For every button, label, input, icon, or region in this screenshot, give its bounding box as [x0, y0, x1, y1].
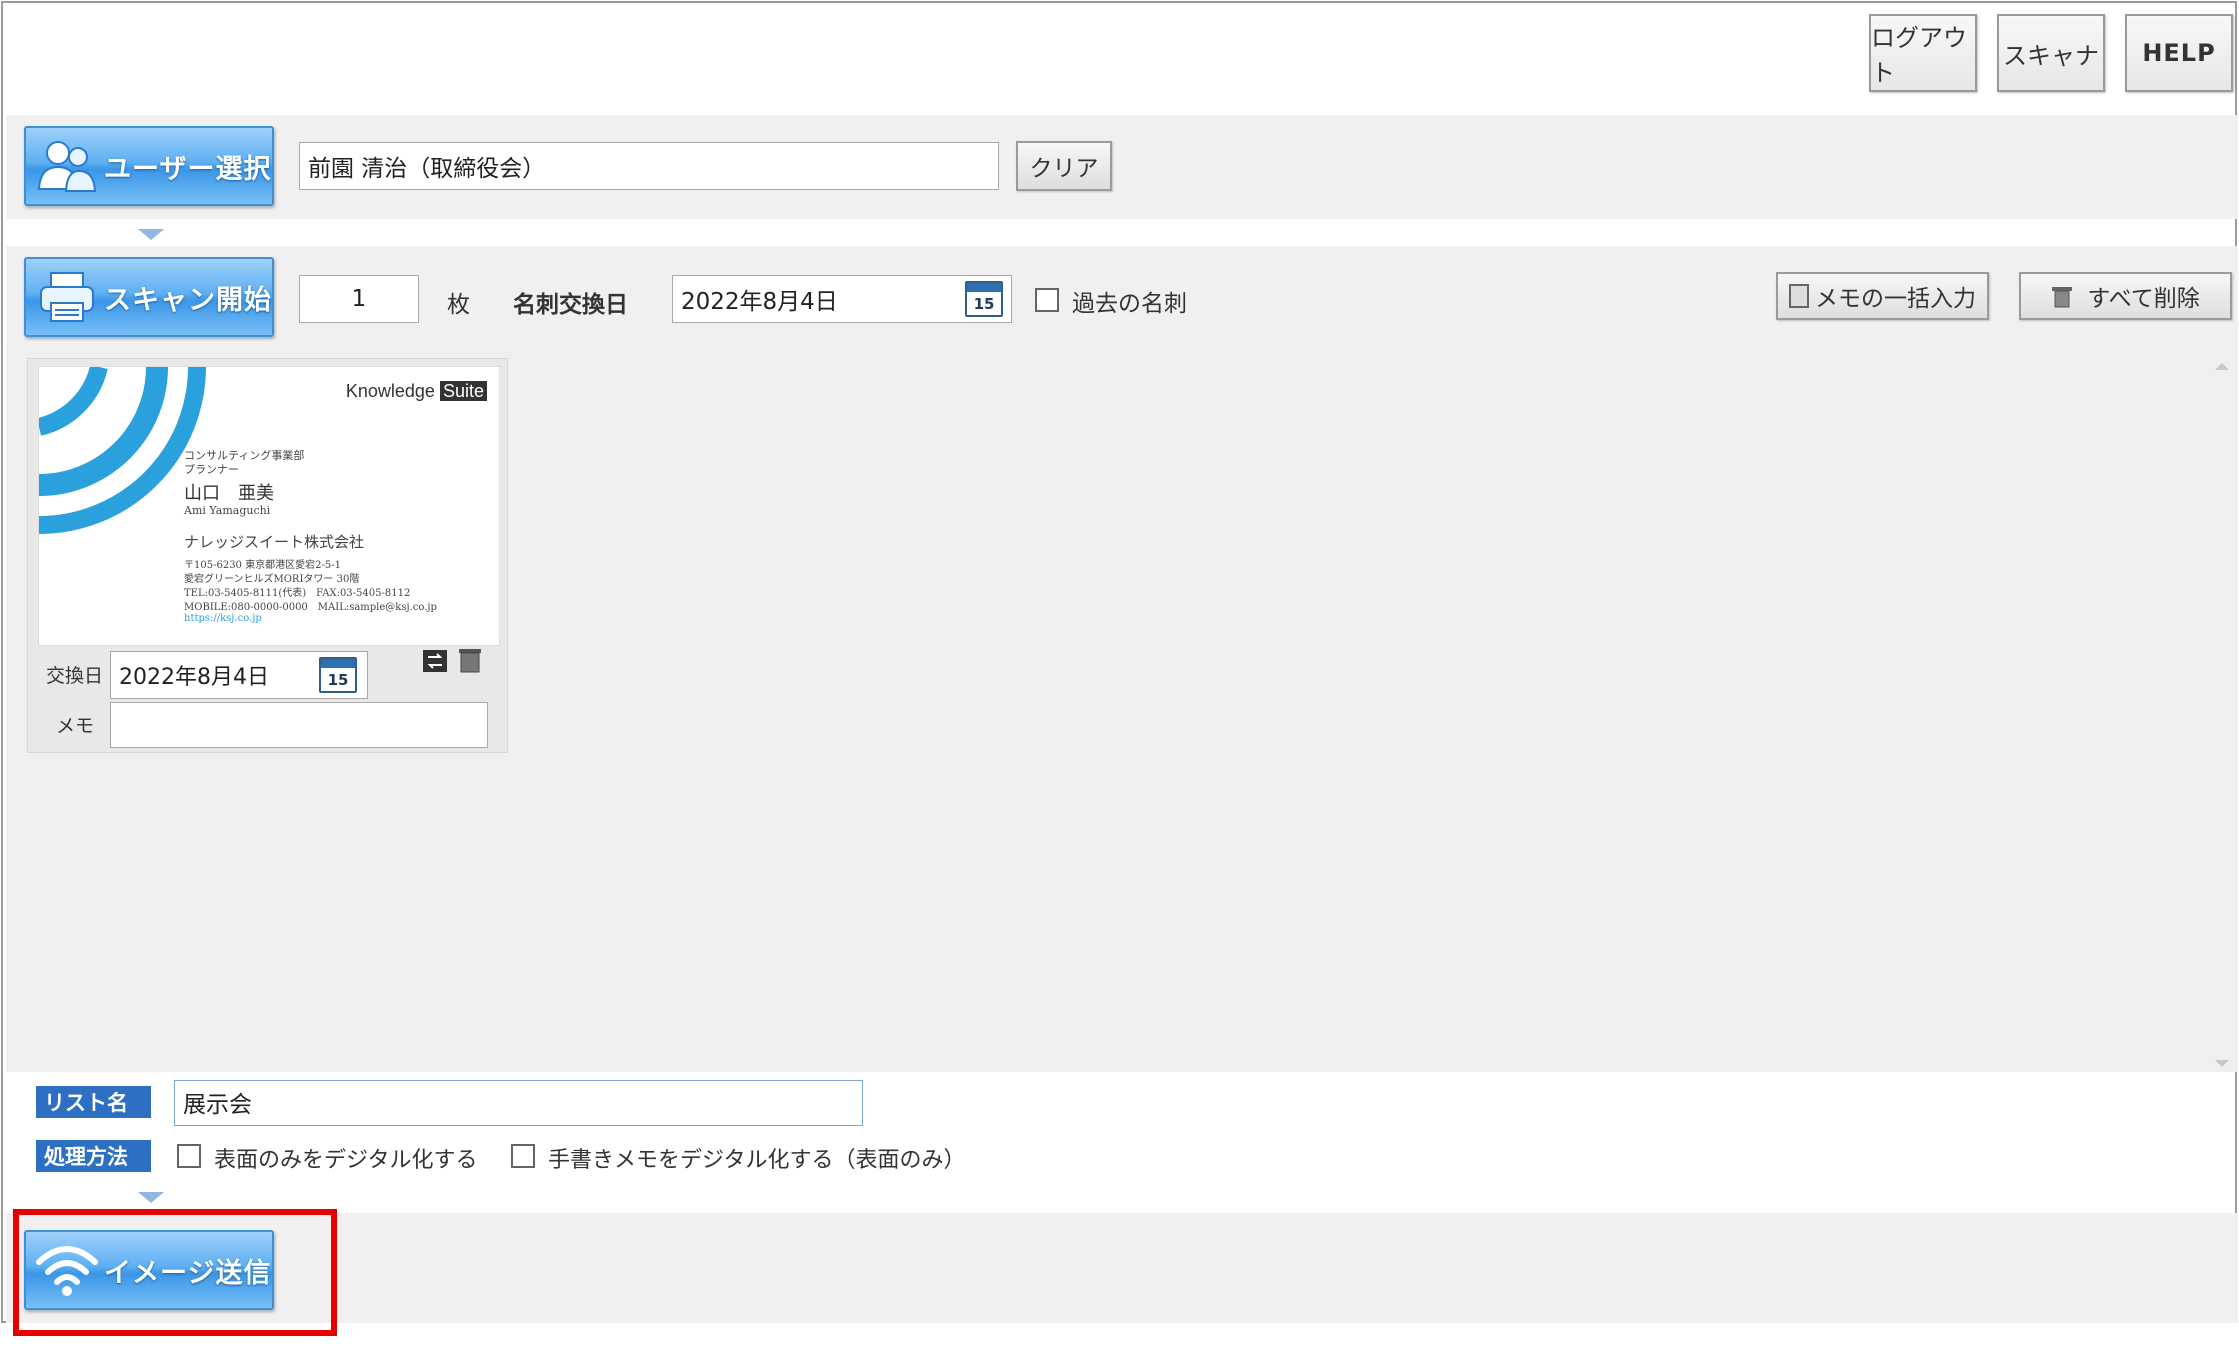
front-only-label: 表面のみをデジタル化する: [214, 1148, 478, 1173]
card-calendar-icon[interactable]: 15: [319, 657, 357, 693]
scan-count-input[interactable]: 1: [299, 275, 419, 323]
flow-arrow: [138, 229, 164, 240]
printer-icon: [32, 262, 102, 332]
scan-start-label: スキャン開始: [104, 284, 272, 316]
past-card-checkbox[interactable]: [1035, 288, 1059, 312]
scanner-button[interactable]: スキャナ: [1997, 14, 2105, 92]
card-role: プランナー: [184, 463, 239, 476]
front-only-checkbox[interactable]: [177, 1144, 201, 1168]
exchange-date-value: 2022年8月4日: [681, 289, 838, 315]
handwritten-label: 手書きメモをデジタル化する（表面のみ）: [548, 1148, 966, 1173]
card-memo-input[interactable]: [110, 702, 488, 748]
card-name: 山口 亜美: [184, 483, 274, 504]
scan-start-button[interactable]: スキャン開始: [24, 257, 274, 337]
card-mobile: MOBILE:080-0000-0000 MAIL:sample@ksj.co.…: [184, 602, 437, 613]
flow-arrow-bottom: [138, 1192, 164, 1203]
method-tag: 処理方法: [36, 1140, 151, 1172]
card-company: ナレッジスイート株式会社: [184, 533, 365, 551]
count-unit: 枚: [447, 292, 470, 318]
users-icon: [32, 131, 102, 201]
card-tel: TEL:03-5405-8111(代表) FAX:03-5405-8112: [184, 588, 411, 599]
card-exchange-date-input[interactable]: 2022年8月4日 15: [110, 651, 368, 699]
trash-icon: [2052, 287, 2073, 308]
card-exchange-label: 交換日: [46, 665, 104, 687]
exchange-date-input[interactable]: 2022年8月4日 15: [672, 275, 1012, 323]
card-memo-label: メモ: [56, 715, 95, 737]
logout-button[interactable]: ログアウト: [1869, 14, 1977, 92]
exchange-date-label: 名刺交換日: [513, 292, 628, 318]
card-url: https://ksj.co.jp: [184, 613, 262, 624]
send-band: [6, 1213, 2238, 1323]
selected-user-field[interactable]: 前園 清治（取締役会）: [299, 142, 999, 190]
card-exchange-date-value: 2022年8月4日: [119, 665, 269, 690]
past-card-label: 過去の名刺: [1072, 291, 1187, 317]
card-delete-icon[interactable]: [458, 647, 482, 673]
card-addr2: 愛宕グリーンヒルズMORIタワー 30階: [184, 574, 360, 585]
card-name-roman: Ami Yamaguchi: [184, 504, 271, 517]
delete-all-button[interactable]: すべて削除: [2019, 272, 2232, 320]
user-select-button[interactable]: ユーザー選択: [24, 126, 274, 206]
scroll-down-icon[interactable]: [2215, 1060, 2229, 1067]
card-addr1: 〒105-6230 東京都港区愛宕2-5-1: [184, 560, 341, 571]
card-item: Knowledge Suite コンサルティング事業部 プランナー 山口 亜美 …: [27, 358, 508, 753]
scroll-up-icon[interactable]: [2215, 363, 2229, 370]
calendar-icon[interactable]: 15: [965, 281, 1003, 317]
business-card-image[interactable]: Knowledge Suite コンサルティング事業部 プランナー 山口 亜美 …: [38, 366, 500, 646]
memo-icon: [1789, 284, 1809, 308]
list-name-input[interactable]: 展示会: [174, 1080, 863, 1126]
scrollbar[interactable]: [2209, 361, 2235, 1069]
list-name-tag: リスト名: [36, 1086, 151, 1118]
app-window: ログアウト スキャナ HELP ユーザー選択 前園 清治（取締役会） クリア ス…: [1, 1, 2238, 1323]
memo-bulk-label: メモの一括入力: [1815, 286, 1976, 312]
handwritten-checkbox[interactable]: [511, 1144, 535, 1168]
delete-all-label: すべて削除: [2087, 286, 2200, 312]
clear-button[interactable]: クリア: [1016, 141, 1112, 191]
memo-bulk-button[interactable]: メモの一括入力: [1776, 272, 1989, 320]
user-select-label: ユーザー選択: [104, 153, 272, 185]
card-brand: Knowledge Suite: [346, 381, 487, 402]
highlight-box: [13, 1209, 337, 1336]
rotate-icon[interactable]: [422, 649, 448, 673]
help-button[interactable]: HELP: [2125, 14, 2233, 92]
